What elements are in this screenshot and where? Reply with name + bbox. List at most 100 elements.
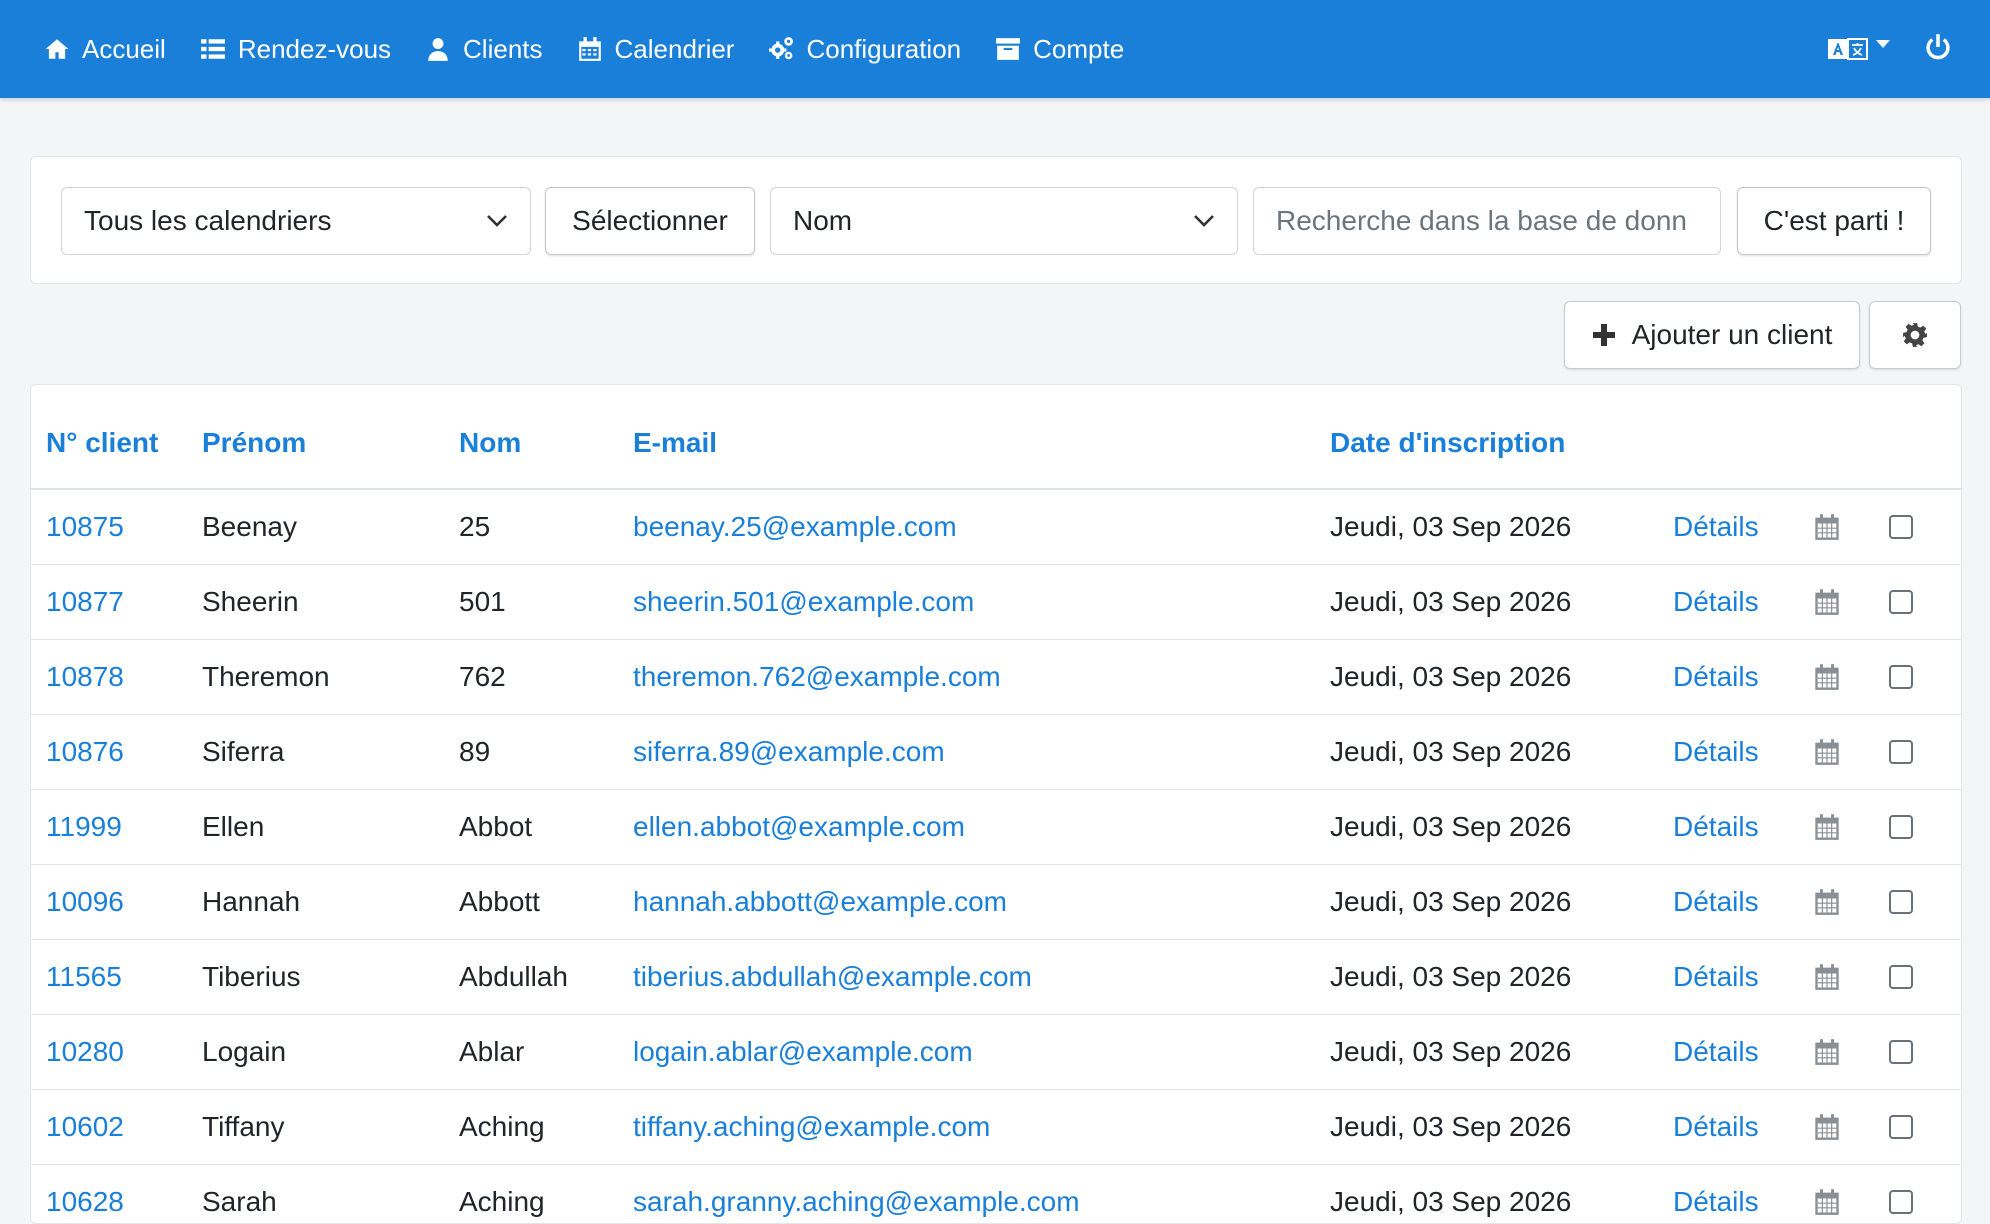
client-email-link[interactable]: tiberius.abdullah@example.com [633, 961, 1032, 992]
details-link[interactable]: Détails [1673, 1111, 1759, 1142]
details-link[interactable]: Détails [1673, 736, 1759, 767]
clients-table: N° client Prénom Nom E-mail Date d'inscr… [31, 385, 1961, 1223]
client-email-link[interactable]: beenay.25@example.com [633, 511, 957, 542]
nav-clients-label: Clients [463, 33, 543, 64]
logout-button[interactable] [1924, 33, 1952, 66]
nav-accueil[interactable]: Accueil [44, 34, 166, 65]
client-last-name: Abbot [459, 789, 633, 865]
nav-compte[interactable]: Compte [995, 34, 1124, 65]
calendar-icon[interactable] [1813, 588, 1841, 616]
client-id-link[interactable]: 10280 [46, 1036, 124, 1067]
header-last-name[interactable]: Nom [459, 385, 633, 490]
language-dropdown[interactable] [1828, 37, 1890, 61]
client-email-link[interactable]: tiffany.aching@example.com [633, 1111, 990, 1142]
client-email-link[interactable]: siferra.89@example.com [633, 736, 945, 767]
go-button[interactable]: C'est parti ! [1737, 187, 1931, 255]
client-id-link[interactable]: 10602 [46, 1111, 124, 1142]
calendar-icon[interactable] [1813, 813, 1841, 841]
client-id-link[interactable]: 11999 [46, 811, 122, 842]
header-first-name[interactable]: Prénom [202, 385, 459, 490]
client-id-link[interactable]: 10096 [46, 886, 124, 917]
header-registration-date[interactable]: Date d'inscription [1330, 385, 1673, 490]
client-last-name: Abdullah [459, 939, 633, 1015]
row-select-checkbox[interactable] [1889, 739, 1913, 764]
nav-calendrier-label: Calendrier [614, 33, 735, 64]
client-id-link[interactable]: 10875 [46, 511, 124, 542]
table-row: 10096 Hannah Abbott hannah.abbott@exampl… [31, 864, 1961, 940]
settings-button[interactable] [1869, 301, 1961, 369]
calendar-icon[interactable] [1813, 1038, 1841, 1066]
field-select-value: Nom [793, 205, 853, 236]
calendar-icon[interactable] [1813, 663, 1841, 691]
row-select-checkbox[interactable] [1889, 964, 1913, 989]
details-link[interactable]: Détails [1673, 886, 1759, 917]
client-last-name: 25 [459, 489, 633, 565]
nav-calendrier[interactable]: Calendrier [577, 33, 735, 65]
details-link[interactable]: Détails [1673, 1186, 1759, 1217]
details-link[interactable]: Détails [1673, 586, 1759, 617]
add-client-button[interactable]: Ajouter un client [1564, 301, 1860, 369]
details-link[interactable]: Détails [1673, 661, 1759, 692]
client-id-link[interactable]: 10876 [46, 736, 124, 767]
table-row: 11565 Tiberius Abdullah tiberius.abdulla… [31, 939, 1961, 1015]
row-select-checkbox[interactable] [1889, 1189, 1913, 1214]
details-link[interactable]: Détails [1673, 511, 1759, 542]
nav-rendez-vous[interactable]: Rendez-vous [200, 34, 391, 65]
header-email[interactable]: E-mail [633, 385, 1330, 490]
details-link[interactable]: Détails [1673, 961, 1759, 992]
field-select[interactable]: Nom [770, 187, 1238, 255]
row-select-checkbox[interactable] [1889, 664, 1913, 689]
client-email-link[interactable]: hannah.abbott@example.com [633, 886, 1007, 917]
chevron-down-icon [1876, 40, 1890, 48]
client-email-link[interactable]: theremon.762@example.com [633, 661, 1001, 692]
row-select-checkbox[interactable] [1889, 1039, 1913, 1064]
client-last-name: 501 [459, 564, 633, 640]
calendar-icon[interactable] [1813, 738, 1841, 766]
row-select-checkbox[interactable] [1889, 514, 1913, 539]
client-email-link[interactable]: logain.ablar@example.com [633, 1036, 973, 1067]
row-select-checkbox[interactable] [1889, 589, 1913, 614]
client-email-link[interactable]: sheerin.501@example.com [633, 586, 974, 617]
client-id-link[interactable]: 10628 [46, 1186, 124, 1217]
client-first-name: Logain [202, 1014, 459, 1090]
cogs-icon [769, 37, 794, 60]
client-registration-date: Jeudi, 03 Sep 2026 [1330, 1089, 1673, 1165]
nav-clients[interactable]: Clients [425, 33, 543, 65]
client-first-name: Theremon [202, 639, 459, 715]
nav-configuration[interactable]: Configuration [768, 34, 961, 65]
calendar-select-value: Tous les calendriers [84, 205, 332, 236]
top-navbar: Accueil Rendez-vous Clients Calendrier C… [0, 0, 1990, 98]
client-registration-date: Jeudi, 03 Sep 2026 [1330, 714, 1673, 790]
client-email-link[interactable]: sarah.granny.aching@example.com [633, 1186, 1080, 1217]
nav-configuration-label: Configuration [806, 33, 962, 64]
header-client-no[interactable]: N° client [31, 385, 202, 490]
calendar-icon[interactable] [1813, 1188, 1841, 1216]
table-row: 10628 Sarah Aching sarah.granny.aching@e… [31, 1164, 1961, 1223]
nav-right [1828, 0, 1952, 98]
search-input[interactable]: Recherche dans la base de donn [1253, 187, 1721, 255]
row-select-checkbox[interactable] [1889, 1114, 1913, 1139]
client-id-link[interactable]: 11565 [46, 961, 122, 992]
header-details-empty [1673, 385, 1813, 490]
client-last-name: 89 [459, 714, 633, 790]
client-id-link[interactable]: 10877 [46, 586, 124, 617]
client-registration-date: Jeudi, 03 Sep 2026 [1330, 789, 1673, 865]
client-id-link[interactable]: 10878 [46, 661, 124, 692]
power-icon [1926, 33, 1950, 59]
client-first-name: Hannah [202, 864, 459, 940]
row-select-checkbox[interactable] [1889, 889, 1913, 914]
go-button-label: C'est parti ! [1763, 205, 1905, 236]
details-link[interactable]: Détails [1673, 1036, 1759, 1067]
calendar-icon[interactable] [1813, 1113, 1841, 1141]
calendar-icon[interactable] [1813, 963, 1841, 991]
client-email-link[interactable]: ellen.abbot@example.com [633, 811, 965, 842]
calendar-select[interactable]: Tous les calendriers [61, 187, 531, 255]
row-select-checkbox[interactable] [1889, 814, 1913, 839]
details-link[interactable]: Détails [1673, 811, 1759, 842]
select-button[interactable]: Sélectionner [545, 187, 755, 255]
client-last-name: Aching [459, 1089, 633, 1165]
calendar-icon[interactable] [1813, 513, 1841, 541]
user-icon [428, 38, 448, 61]
calendar-icon[interactable] [1813, 888, 1841, 916]
select-button-label: Sélectionner [572, 205, 728, 236]
